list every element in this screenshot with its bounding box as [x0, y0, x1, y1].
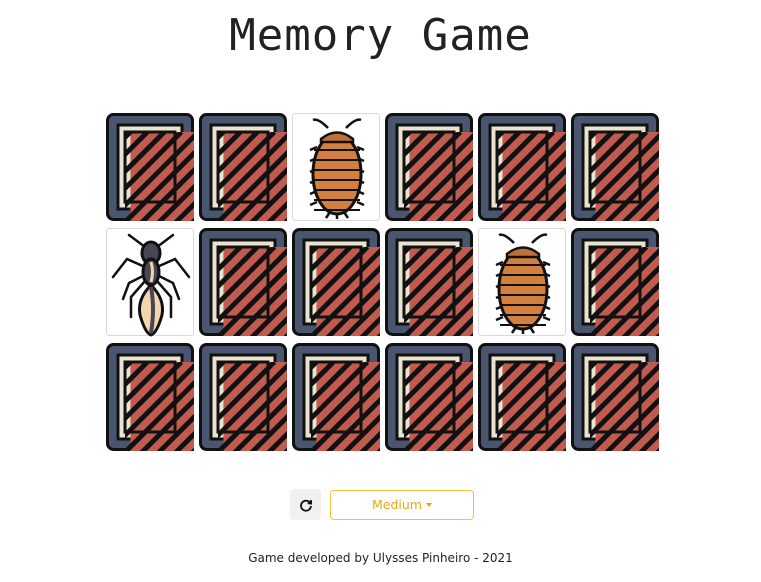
page-title: Memory Game — [229, 10, 532, 61]
card-back-pattern — [199, 228, 287, 336]
card-face-down[interactable] — [106, 113, 194, 221]
refresh-icon — [299, 499, 312, 512]
card-face-up[interactable] — [106, 228, 194, 337]
card-back-pattern — [571, 343, 659, 451]
card-back-pattern — [385, 228, 473, 336]
card-back-pattern — [106, 343, 194, 451]
card-face-down[interactable] — [385, 228, 473, 336]
card-back-pattern — [199, 343, 287, 451]
card-back-pattern — [478, 113, 566, 221]
card-face-up[interactable] — [292, 113, 380, 221]
card-back-pattern — [478, 343, 566, 451]
isopod-icon — [309, 118, 365, 219]
card-back-pattern — [385, 113, 473, 221]
ant-icon — [111, 233, 191, 337]
card-face-down[interactable] — [199, 228, 287, 336]
footer-credit: Game developed by Ulysses Pinheiro - 202… — [248, 551, 513, 565]
card-back-pattern — [106, 113, 194, 221]
controls-bar: Medium — [290, 489, 474, 520]
card-back-pattern — [292, 343, 380, 451]
card-face-down[interactable] — [478, 343, 566, 451]
difficulty-label: Medium — [372, 497, 422, 512]
card-face-down[interactable] — [199, 113, 287, 221]
card-face-up[interactable] — [478, 228, 566, 336]
caret-down-icon — [425, 503, 432, 507]
card-face-down[interactable] — [571, 343, 659, 451]
card-back-pattern — [571, 228, 659, 336]
isopod-icon — [495, 233, 551, 334]
card-face-down[interactable] — [106, 343, 194, 451]
card-face-down[interactable] — [199, 343, 287, 451]
game-board — [106, 113, 659, 451]
reset-button[interactable] — [290, 489, 321, 520]
card-face-down[interactable] — [571, 113, 659, 221]
card-face-down[interactable] — [292, 228, 380, 336]
card-back-pattern — [571, 113, 659, 221]
card-back-pattern — [385, 343, 473, 451]
card-face-down[interactable] — [571, 228, 659, 336]
difficulty-dropdown[interactable]: Medium — [330, 489, 474, 520]
card-face-down[interactable] — [478, 113, 566, 221]
card-back-pattern — [292, 228, 380, 336]
card-face-down[interactable] — [385, 113, 473, 221]
card-face-down[interactable] — [292, 343, 380, 451]
card-face-down[interactable] — [385, 343, 473, 451]
card-back-pattern — [199, 113, 287, 221]
